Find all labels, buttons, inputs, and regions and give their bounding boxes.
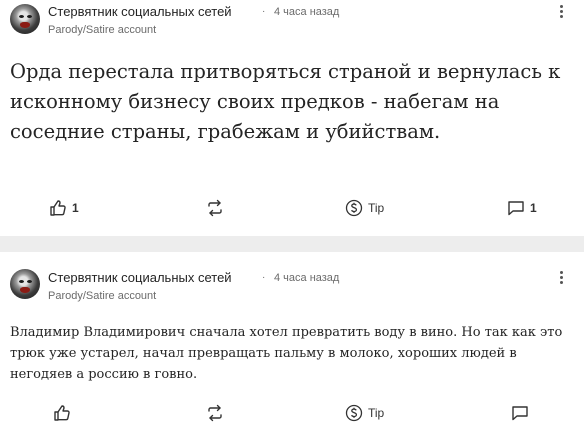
account-type-label: Parody/Satire account	[48, 290, 157, 302]
thumbs-up-icon	[48, 198, 68, 218]
repost-icon	[205, 198, 225, 218]
comment-button[interactable]	[510, 403, 534, 423]
more-vertical-icon[interactable]	[554, 4, 570, 20]
thumbs-up-icon	[52, 403, 72, 423]
repost-icon	[205, 403, 225, 423]
post-time: 4 часа назад	[274, 272, 340, 284]
dollar-circle-icon	[344, 403, 364, 423]
comment-count: 1	[530, 201, 537, 215]
comment-button[interactable]: 1	[506, 198, 537, 218]
repost-button[interactable]	[205, 403, 225, 423]
author-name[interactable]: Стервятник социальных сетей	[48, 270, 232, 285]
like-button[interactable]	[52, 403, 76, 423]
comment-icon	[510, 403, 530, 423]
dollar-circle-icon	[344, 198, 364, 218]
post-time: 4 часа назад	[274, 6, 340, 18]
post-text: Орда перестала притворяться страной и ве…	[10, 60, 561, 143]
account-type-label: Parody/Satire account	[48, 24, 157, 36]
avatar[interactable]	[10, 4, 40, 34]
tip-label: Tip	[368, 201, 385, 215]
tip-button[interactable]: Tip	[344, 403, 384, 423]
post-card: Стервятник социальных сетей · 4 часа наз…	[0, 252, 584, 432]
meta-separator: ·	[262, 6, 266, 17]
author-name[interactable]: Стервятник социальных сетей	[48, 4, 232, 19]
avatar[interactable]	[10, 269, 40, 299]
more-vertical-icon[interactable]	[554, 270, 570, 286]
like-count: 1	[72, 201, 79, 215]
meta-separator: ·	[262, 272, 266, 283]
post-card: Стервятник социальных сетей · 4 часа наз…	[0, 0, 584, 236]
feed-separator	[0, 236, 584, 252]
like-button[interactable]: 1	[48, 198, 79, 218]
tip-button[interactable]: Tip	[344, 198, 384, 218]
post-text: Владимир Владимирович сначала хотел прев…	[10, 325, 563, 382]
tip-label: Tip	[368, 406, 385, 420]
comment-icon	[506, 198, 526, 218]
repost-button[interactable]	[205, 198, 225, 218]
